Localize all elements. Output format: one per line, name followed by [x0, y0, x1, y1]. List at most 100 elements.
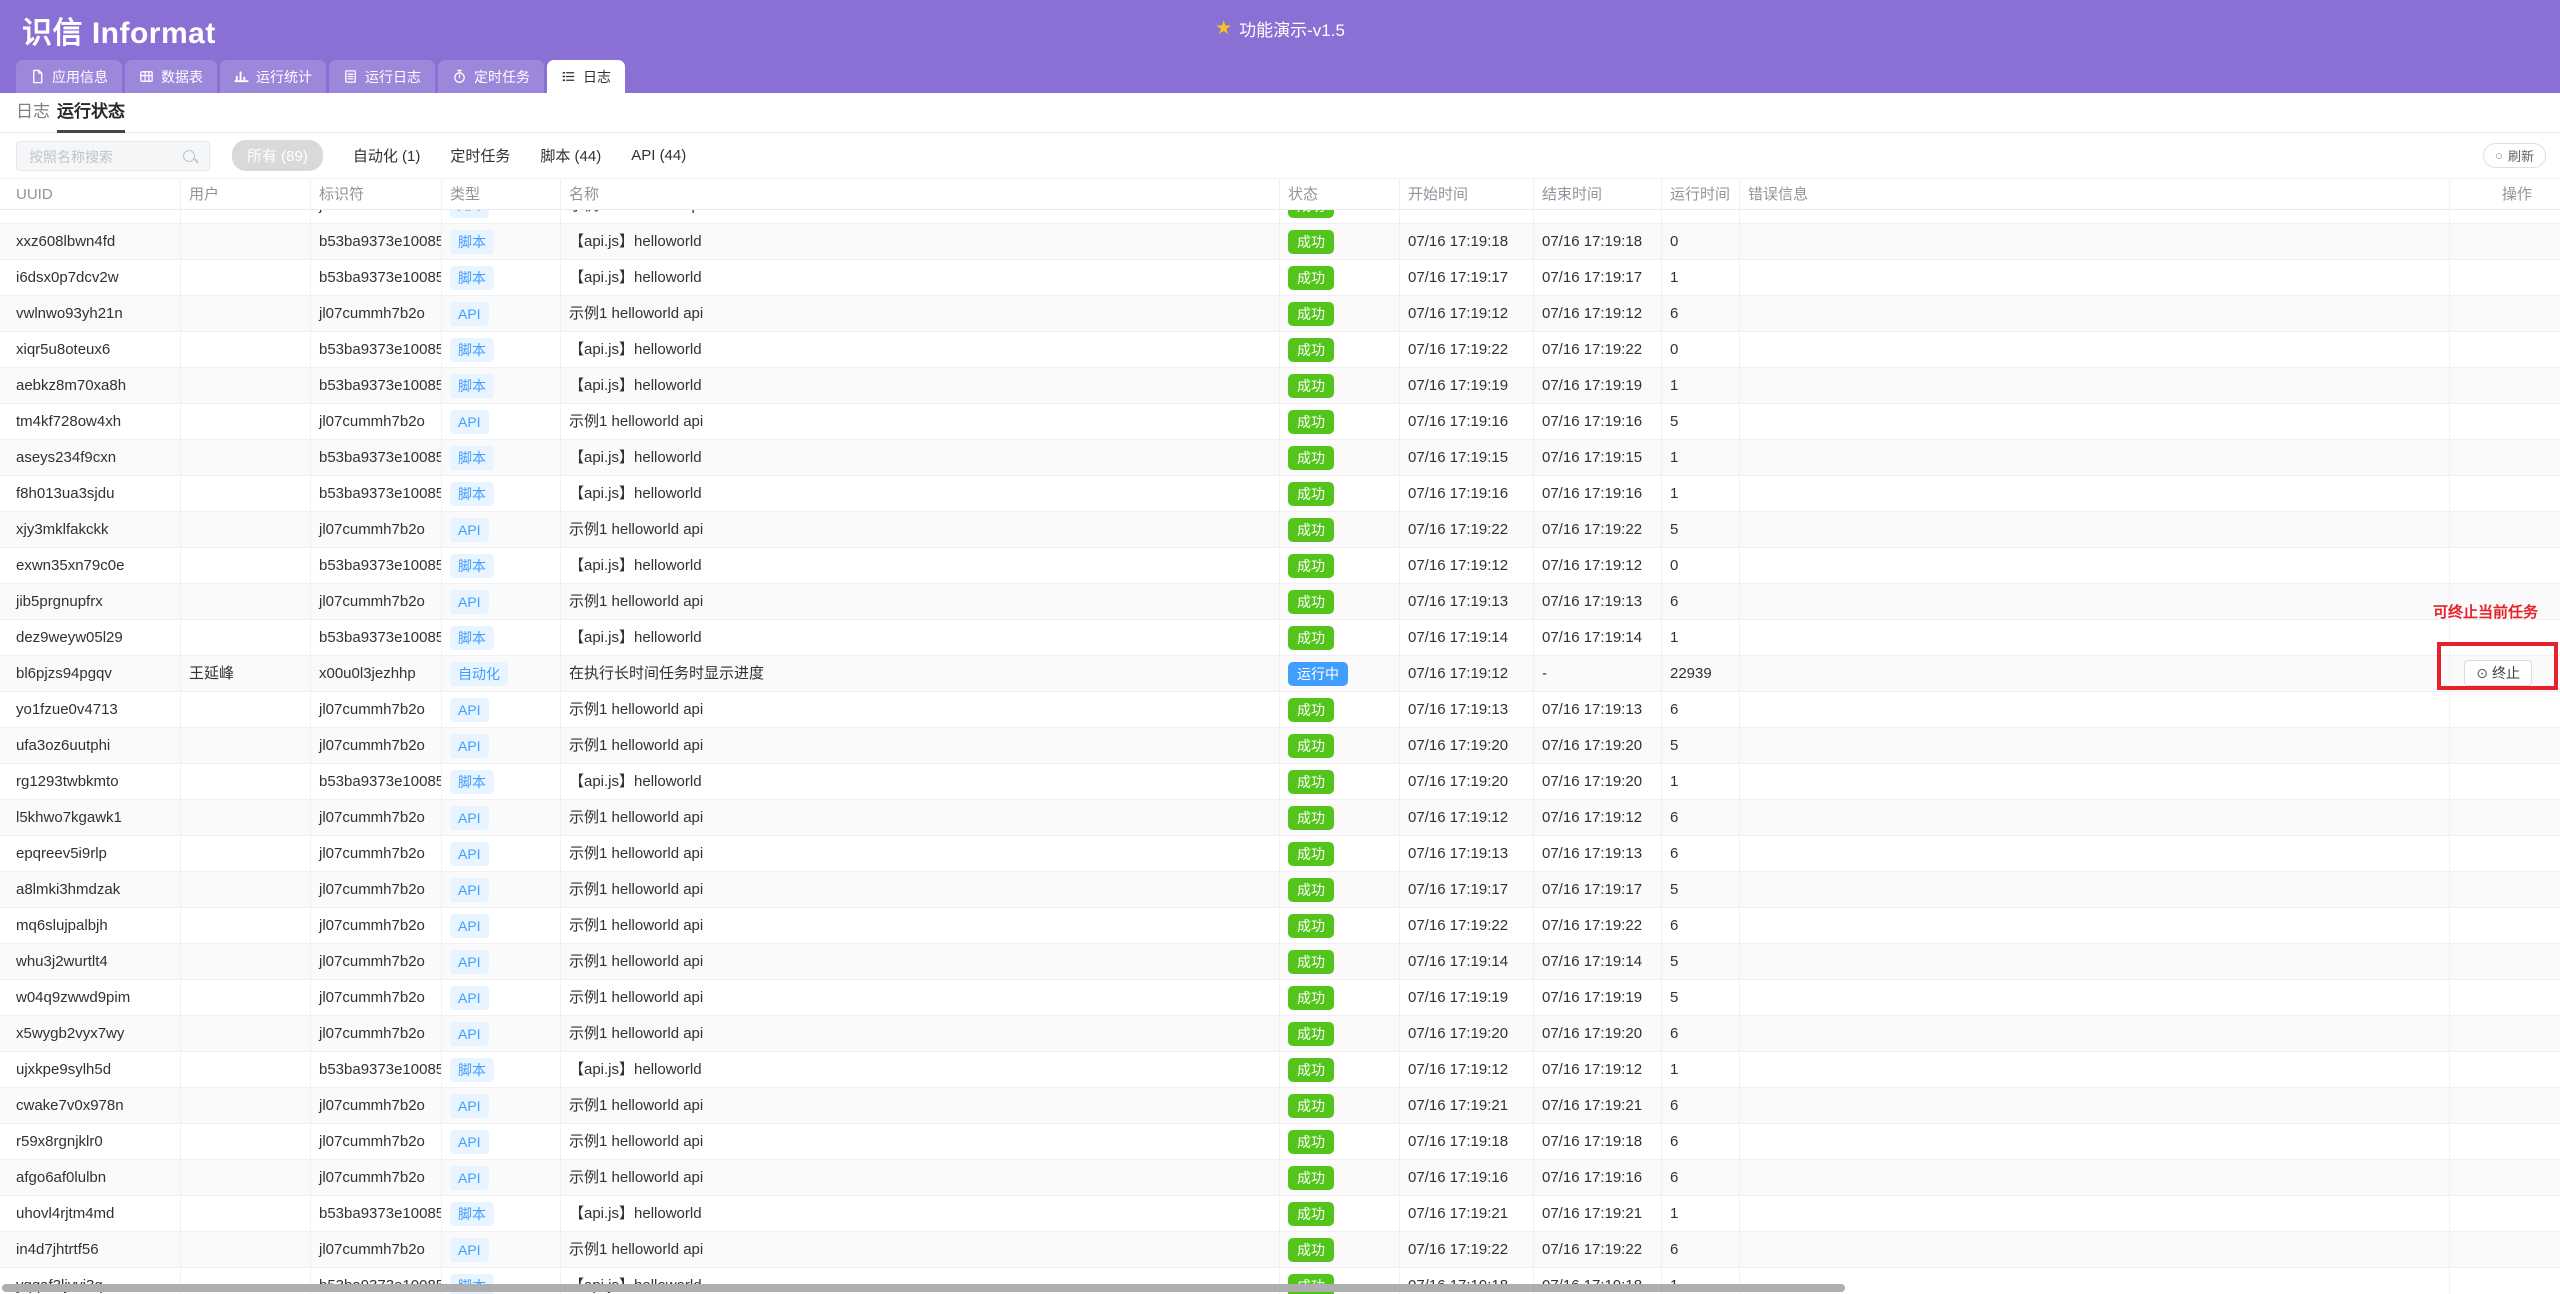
cell-start-time: 07/16 17:19:13 — [1400, 836, 1534, 871]
cell-run-time: 1 — [1662, 764, 1740, 799]
cell-end-time: 07/16 17:19:14 — [1534, 620, 1662, 655]
tab-run-log[interactable]: 运行日志 — [329, 60, 435, 93]
filter-api[interactable]: API (44) — [631, 147, 686, 164]
cell-user — [181, 404, 311, 439]
column-header: 操作 — [2450, 179, 2560, 210]
type-badge: 自动化 — [450, 662, 508, 686]
cell-identifier: b53ba9373e10085af — [311, 476, 442, 511]
cell-action — [2450, 260, 2560, 295]
cell-user — [181, 260, 311, 295]
cell-status: 成功 — [1280, 1232, 1400, 1267]
cell-start-time: 07/16 17:19:21 — [1400, 1196, 1534, 1231]
cell-identifier: jl07cummh7b2o — [311, 296, 442, 331]
cell-status: 成功 — [1280, 1016, 1400, 1051]
subnav-item-run-status[interactable]: 运行状态 — [57, 93, 125, 133]
status-badge: 成功 — [1288, 950, 1334, 974]
table-row: aseys234f9cxnb53ba9373e10085af脚本【api.js】… — [0, 440, 2560, 476]
cell-identifier: jl07cummh7b2o — [311, 584, 442, 619]
type-badge: API — [450, 806, 489, 830]
type-badge: 脚本 — [450, 230, 494, 254]
cell-uuid: yo1fzue0v4713 — [0, 692, 181, 727]
tab-log[interactable]: 日志 — [547, 60, 625, 93]
subnav-item-log[interactable]: 日志 — [16, 93, 50, 133]
cell-status: 成功 — [1280, 512, 1400, 547]
cell-name: 示例1 helloworld api — [561, 800, 1280, 835]
cell-uuid: xjy3mklfakckk — [0, 512, 181, 547]
cell-start-time: 07/16 17:19:12 — [1400, 800, 1534, 835]
cell-end-time: 07/16 17:19:15 — [1534, 440, 1662, 475]
filter-automation[interactable]: 自动化 (1) — [353, 145, 421, 166]
table-row: w04q9zwwd9pimjl07cummh7b2oAPI示例1 hellowo… — [0, 980, 2560, 1016]
search-input[interactable] — [27, 142, 181, 172]
cell-end-time: 07/16 17:19:21 — [1534, 1196, 1662, 1231]
cell-identifier: jl07cummh7b2o — [311, 1160, 442, 1195]
tab-data-table[interactable]: 数据表 — [125, 60, 217, 93]
annotation-text: 可终止当前任务 — [2433, 601, 2538, 622]
app-logo: 识信 Informat — [22, 8, 216, 52]
cell-run-time: 22939 — [1662, 656, 1740, 691]
cell-action — [2450, 1052, 2560, 1087]
cell-run-time: 5 — [1662, 512, 1740, 547]
table-row: x5wygb2vyx7wyjl07cummh7b2oAPI示例1 hellowo… — [0, 1016, 2560, 1052]
column-header: UUID — [0, 179, 181, 210]
cell-end-time: 07/16 17:19:22 — [1534, 512, 1662, 547]
table-row: cwake7v0x978njl07cummh7b2oAPI示例1 hellowo… — [0, 1088, 2560, 1124]
cell-error — [1740, 872, 2450, 907]
refresh-button[interactable]: ○ 刷新 — [2483, 143, 2546, 168]
tab-app-info[interactable]: 应用信息 — [16, 60, 122, 93]
tab-scheduled-tasks[interactable]: 定时任务 — [438, 60, 544, 93]
cell-run-time: 5 — [1662, 728, 1740, 763]
filter-script[interactable]: 脚本 (44) — [540, 145, 601, 166]
cell-error — [1740, 584, 2450, 619]
cell-error — [1740, 1196, 2450, 1231]
cell-run-time: 6 — [1662, 836, 1740, 871]
cell-end-time: 07/16 17:19:22 — [1534, 908, 1662, 943]
cell-action: ⊙终止 — [2450, 656, 2560, 691]
cell-name: 示例1 helloworld api — [561, 1124, 1280, 1159]
type-badge: API — [450, 878, 489, 902]
cell-start-time — [1400, 210, 1534, 223]
terminate-button[interactable]: ⊙终止 — [2464, 660, 2532, 686]
cell-user — [181, 764, 311, 799]
cell-status: 成功 — [1280, 620, 1400, 655]
cell-action — [2450, 908, 2560, 943]
cell-run-time: 6 — [1662, 800, 1740, 835]
column-header: 类型 — [442, 179, 561, 210]
cell-type: API — [442, 728, 561, 763]
table-row: ufa3oz6uutphijl07cummh7b2oAPI示例1 hellowo… — [0, 728, 2560, 764]
horizontal-scrollbar-thumb[interactable] — [2, 1284, 1845, 1292]
tab-label: 应用信息 — [52, 67, 108, 87]
table-row: dez9weyw05l29b53ba9373e10085af脚本【api.js】… — [0, 620, 2560, 656]
cell-identifier: jl07cummh7b2o — [311, 908, 442, 943]
cell-name: 在执行长时间任务时显示进度 — [561, 656, 1280, 691]
status-badge: 成功 — [1288, 914, 1334, 938]
column-header: 状态 — [1280, 179, 1400, 210]
cell-type: API — [442, 944, 561, 979]
cell-uuid: vwlnwo93yh21n — [0, 296, 181, 331]
cell-error — [1740, 1088, 2450, 1123]
cell-type: 脚本 — [442, 224, 561, 259]
status-badge: 成功 — [1288, 446, 1334, 470]
status-badge: 成功 — [1288, 986, 1334, 1010]
tab-run-stats[interactable]: 运行统计 — [220, 60, 326, 93]
cell-run-time: 1 — [1662, 476, 1740, 511]
cell-type: API — [442, 1160, 561, 1195]
cell-status: 成功 — [1280, 800, 1400, 835]
filter-all[interactable]: 所有 (89) — [232, 140, 323, 171]
cell-start-time: 07/16 17:19:21 — [1400, 1088, 1534, 1123]
type-badge: 脚本 — [450, 374, 494, 398]
type-badge: 脚本 — [450, 770, 494, 794]
cell-run-time: 0 — [1662, 548, 1740, 583]
filter-scheduled[interactable]: 定时任务 — [450, 145, 510, 166]
cell-user — [181, 944, 311, 979]
cell-uuid: cwake7v0x978n — [0, 1088, 181, 1123]
cell-error — [1740, 1124, 2450, 1159]
cell-status: 成功 — [1280, 548, 1400, 583]
status-badge: 成功 — [1288, 1202, 1334, 1226]
cell-action — [2450, 1196, 2560, 1231]
cell-status: 成功 — [1280, 584, 1400, 619]
cell-error — [1740, 476, 2450, 511]
cell-identifier: b53ba9373e10085af — [311, 1196, 442, 1231]
cell-start-time: 07/16 17:19:12 — [1400, 296, 1534, 331]
cell-user — [181, 980, 311, 1015]
